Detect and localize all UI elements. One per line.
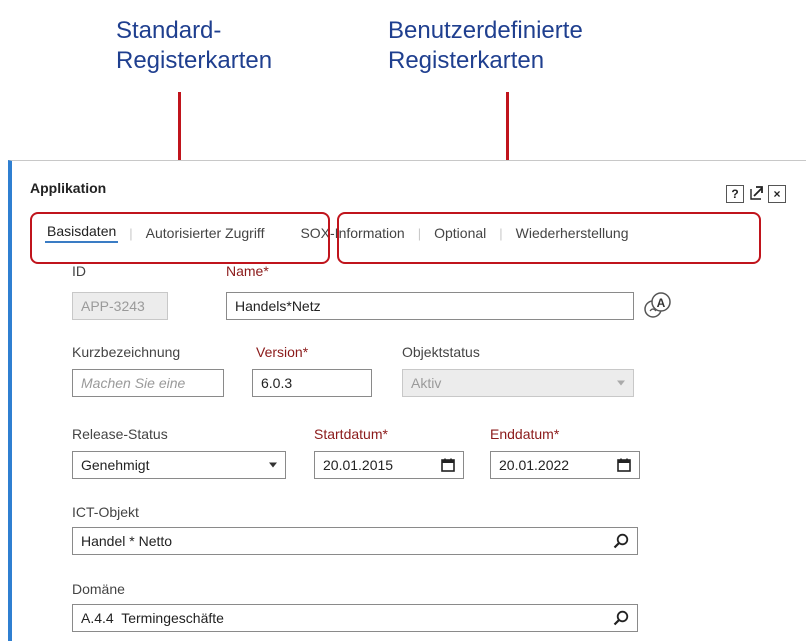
standard-tabs-highlight-box [30, 212, 330, 264]
custom-tabs-annotation: Benutzerdefinierte Registerkarten [388, 16, 583, 76]
domain-label: Domäne [72, 581, 125, 597]
object-status-caret-wrap [617, 380, 625, 386]
popout-arrow-icon [750, 186, 763, 200]
release-status-value: Genehmigt [81, 457, 150, 473]
short-name-label: Kurzbezeichnung [72, 344, 181, 360]
end-date-label: Enddatum* [490, 426, 560, 442]
object-status-select: Aktiv [402, 369, 634, 397]
domain-search-wrap[interactable] [613, 610, 629, 626]
name-label: Name* [226, 263, 269, 279]
chevron-down-icon [269, 462, 277, 468]
domain-field[interactable]: A.4.4 Termingeschäfte [72, 604, 638, 632]
close-icon[interactable]: × [768, 185, 786, 203]
custom-tabs-annotation-line2: Registerkarten [388, 47, 545, 74]
release-status-select[interactable]: Genehmigt [72, 451, 286, 479]
custom-tabs-highlight-box [337, 212, 761, 264]
version-label: Version* [256, 344, 309, 360]
end-date-field[interactable]: 20.01.2022 [490, 451, 640, 479]
chevron-down-icon [617, 380, 625, 386]
standard-tabs-annotation: Standard- Registerkarten [116, 16, 272, 76]
id-field: APP-3243 [72, 292, 168, 320]
dialog-title: Applikation [30, 180, 107, 196]
name-field[interactable]: Handels*Netz [226, 292, 634, 320]
standard-tabs-annotation-line1: Standard- [116, 17, 222, 44]
search-icon [613, 533, 629, 549]
search-icon [613, 610, 629, 626]
start-date-label: Startdatum* [314, 426, 388, 442]
object-status-value: Aktiv [411, 375, 442, 391]
ict-object-value: Handel * Netto [81, 533, 173, 549]
calendar-icon [441, 458, 455, 472]
ict-object-label: ICT-Objekt [72, 504, 139, 520]
help-icon[interactable]: ? [726, 185, 744, 203]
calendar-icon [617, 458, 631, 472]
release-status-caret-wrap [269, 462, 277, 468]
start-date-field[interactable]: 20.01.2015 [314, 451, 464, 479]
dialog-title-icons: ? × [726, 185, 786, 203]
start-date-calendar-wrap[interactable] [441, 458, 455, 472]
custom-tabs-annotation-line1: Benutzerdefinierte [388, 17, 583, 44]
domain-value: A.4.4 Termingeschäfte [81, 610, 224, 626]
end-date-value: 20.01.2022 [499, 457, 570, 473]
id-label: ID [72, 263, 86, 279]
start-date-value: 20.01.2015 [323, 457, 394, 473]
standard-tabs-annotation-line2: Registerkarten [116, 47, 273, 74]
ict-object-field[interactable]: Handel * Netto [72, 527, 638, 555]
object-status-label: Objektstatus [402, 344, 480, 360]
release-status-label: Release-Status [72, 426, 168, 442]
end-date-calendar-wrap[interactable] [617, 458, 631, 472]
short-name-field[interactable]: Machen Sie eine [72, 369, 224, 397]
ict-object-search-wrap[interactable] [613, 533, 629, 549]
translate-icon[interactable]: A [640, 289, 674, 323]
popout-icon[interactable] [748, 185, 764, 201]
svg-text:A: A [657, 296, 666, 310]
screenshot-stage: Standard- Registerkarten Benutzerdefinie… [0, 0, 806, 641]
version-field[interactable]: 6.0.3 [252, 369, 372, 397]
